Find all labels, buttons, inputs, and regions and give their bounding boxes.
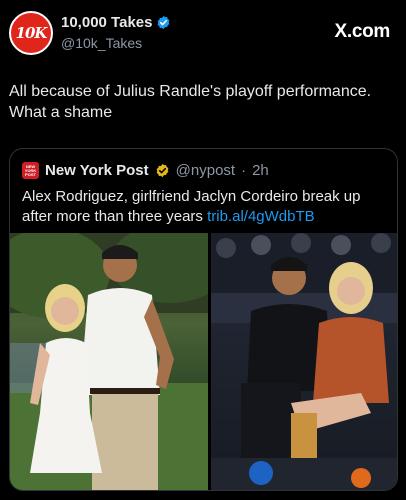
photo-couple-courtside-illustration	[211, 233, 397, 490]
tweet-header: 10K 10,000 Takes @10k_Takes X.com	[0, 0, 406, 70]
handle[interactable]: @10k_Takes	[61, 35, 142, 51]
quoted-media-grid	[10, 233, 397, 490]
tweet-text: All because of Julius Randle's playoff p…	[9, 83, 372, 121]
quoted-tweet-link[interactable]: trib.al/4gWdbTB	[207, 208, 315, 225]
photo-couple-garden[interactable]	[10, 233, 208, 490]
separator-dot: ·	[241, 162, 247, 179]
x-com-watermark: X.com	[334, 21, 390, 42]
new-york-post-logo-icon[interactable]: NEW YORK POST	[22, 162, 39, 179]
quoted-tweet-text: Alex Rodriguez, girlfriend Jaclyn Cordei…	[22, 187, 384, 227]
display-name[interactable]: 10,000 Takes	[61, 14, 152, 31]
photo-couple-garden-illustration	[10, 233, 208, 490]
quoted-tweet-card[interactable]: NEW YORK POST New York Post @nypost · 2h Ale…	[9, 148, 398, 491]
display-name-row[interactable]: 10,000 Takes	[61, 14, 171, 31]
gold-verified-badge-icon	[156, 163, 169, 178]
quoted-timestamp[interactable]: 2h	[252, 162, 269, 179]
avatar[interactable]: 10K	[9, 11, 53, 55]
photo-couple-courtside[interactable]	[211, 233, 397, 490]
avatar-logo-text: 10K	[15, 24, 48, 42]
quoted-source-handle[interactable]: @nypost	[176, 162, 235, 179]
verified-badge-icon	[158, 15, 170, 30]
quoted-tweet-header: NEW YORK POST New York Post @nypost · 2h	[22, 162, 269, 179]
quoted-source-name[interactable]: New York Post	[45, 162, 149, 179]
